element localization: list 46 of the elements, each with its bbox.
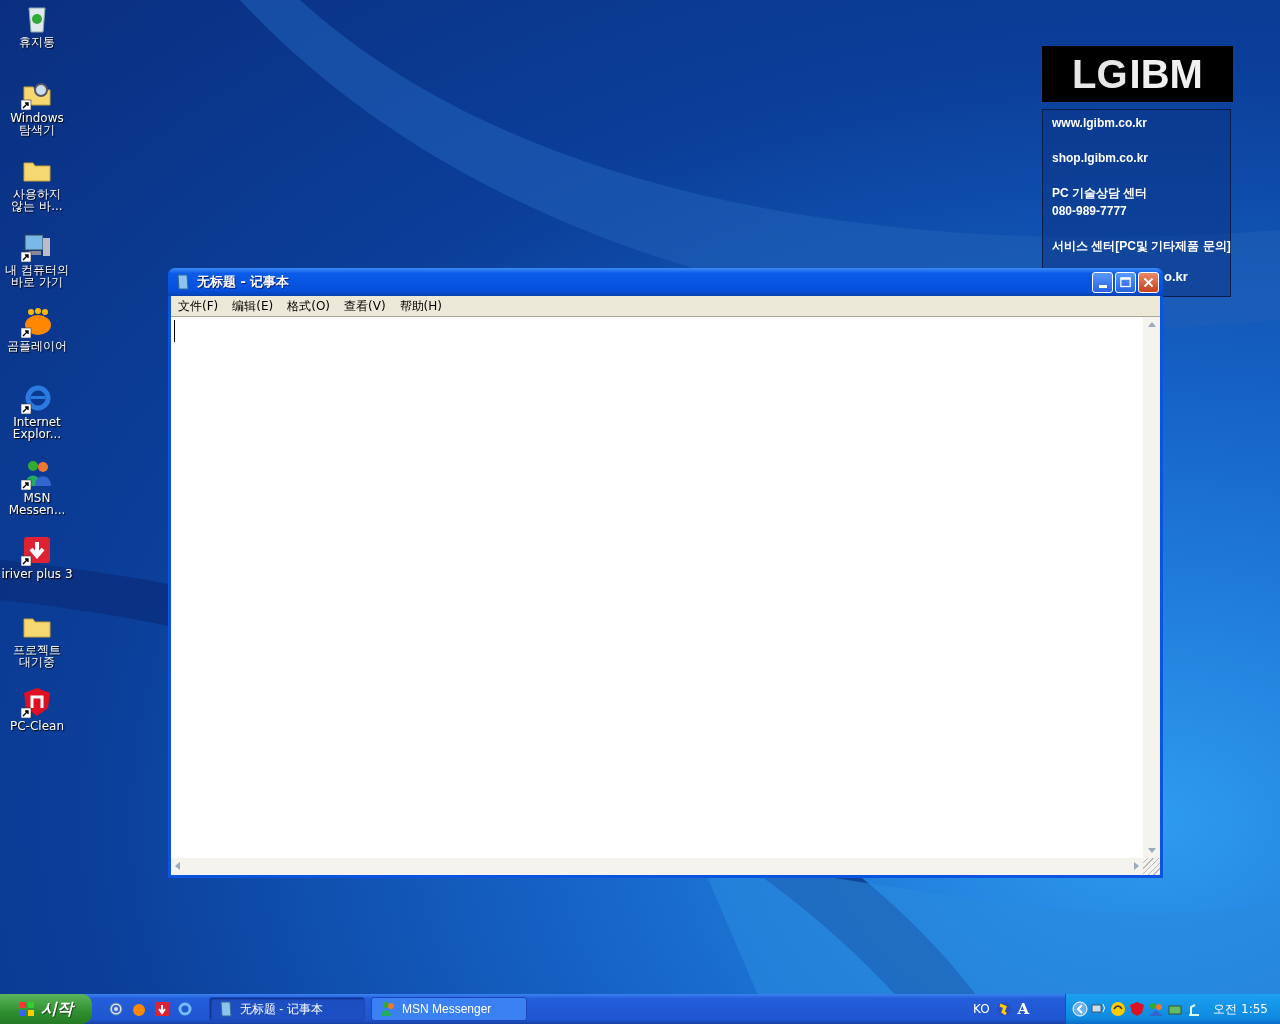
windows-flag-icon <box>19 1001 35 1017</box>
info-text: 080-989-7777 <box>1052 203 1128 220</box>
taskbar-button[interactable]: 无标题 - 记事本 <box>209 997 365 1021</box>
info-text: shop.lgibm.co.kr <box>1052 150 1149 167</box>
desktop-icon-label[interactable]: 곰플레이어 <box>0 340 74 352</box>
logo-text: LG <box>1072 51 1128 97</box>
start-button[interactable]: 시작 <box>0 994 92 1024</box>
desktop-icon-label[interactable]: Internet Explor... <box>0 416 74 440</box>
msn-icon[interactable] <box>21 458 53 490</box>
minimize-icon <box>1098 284 1107 288</box>
desktop-icon-label[interactable]: PC-Clean <box>0 720 74 732</box>
maximize-icon <box>1119 275 1132 289</box>
shield-icon[interactable] <box>21 686 53 718</box>
info-text: o.kr <box>1164 269 1189 284</box>
menu-item[interactable]: 编辑(E) <box>232 297 274 315</box>
chevron-icon[interactable] <box>1072 1001 1089 1017</box>
desktop-icon-label[interactable]: 내 컴퓨터의 바로 가기 <box>0 264 74 288</box>
window-title: 无标题 - 记事本 <box>197 273 290 291</box>
desktop-icon-label[interactable]: iriver plus 3 <box>0 568 74 580</box>
desktop-icon-label[interactable]: 사용하지 않는 바... <box>0 188 74 212</box>
menu-item[interactable]: 文件(F) <box>178 297 219 315</box>
menu-item[interactable]: 格式(O) <box>287 297 331 315</box>
iriver-icon[interactable] <box>21 534 53 566</box>
info-text: www.lgibm.co.kr <box>1052 115 1148 132</box>
info-text: PC 기술상담 센터 <box>1052 185 1149 202</box>
menu-item[interactable]: 帮助(H) <box>399 297 442 315</box>
taskbar-button[interactable]: MSN Messenger <box>371 997 527 1021</box>
resize-grip[interactable] <box>1143 858 1160 875</box>
iriver-icon[interactable] <box>154 1001 170 1017</box>
desktop-icon-label[interactable]: 휴지통 <box>0 36 74 48</box>
close-button[interactable] <box>1138 271 1159 293</box>
player-icon[interactable] <box>21 306 53 338</box>
menu-item[interactable]: 查看(V) <box>344 297 386 315</box>
language-indicator[interactable]: KO <box>972 1002 990 1016</box>
minimize-button[interactable] <box>1092 271 1113 293</box>
info-text: 서비스 센터[PC및 기타제품 문의] <box>1052 238 1230 255</box>
globe-icon[interactable] <box>995 1001 1012 1017</box>
close-icon <box>1142 275 1155 289</box>
maximize-button[interactable] <box>1115 271 1136 293</box>
notepad-icon <box>175 274 191 290</box>
desktop-icon-label[interactable]: MSN Messen... <box>0 492 74 516</box>
desktop-icon-label[interactable]: Windows 탐색기 <box>0 112 74 136</box>
logo-text: IBM <box>1129 51 1203 97</box>
msn-icon <box>380 1001 396 1017</box>
input-mode-indicator[interactable]: A <box>1017 1000 1030 1018</box>
desktop-icon-label[interactable]: 프로젝트 대기중 <box>0 644 74 668</box>
